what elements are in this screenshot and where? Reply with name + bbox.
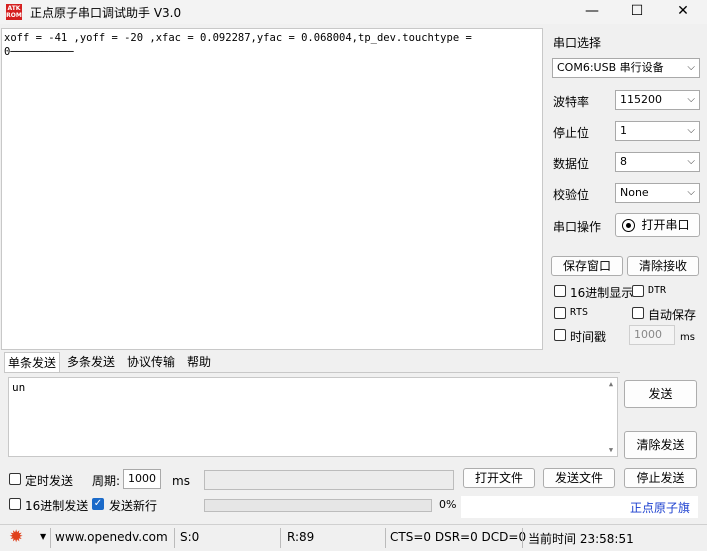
timed-send-label: 定时发送: [25, 474, 74, 488]
window-title: 正点原子串口调试助手 V3.0: [30, 6, 182, 20]
send-file-button[interactable]: 发送文件: [543, 468, 615, 488]
status-separator: [174, 528, 175, 548]
status-separator: [385, 528, 386, 548]
progress-percent: 0%: [439, 498, 457, 511]
clear-send-button[interactable]: 清除发送: [624, 431, 697, 459]
scroll-up-icon[interactable]: ▲: [605, 380, 617, 388]
port-operation-label: 串口操作: [553, 220, 602, 234]
dtr-checkbox[interactable]: [632, 285, 644, 297]
website-link[interactable]: www.openedv.com: [55, 530, 168, 544]
tab-multi-send[interactable]: 多条发送: [64, 352, 118, 372]
port-select-value: COM6:USB 串行设备: [557, 61, 664, 74]
tab-single-send[interactable]: 单条发送: [4, 352, 61, 372]
hex-send-checkbox[interactable]: [9, 498, 21, 510]
hex-display-label: 16进制显示: [570, 286, 634, 300]
line-status: CTS=0 DSR=0 DCD=0: [390, 530, 527, 544]
sent-count: S:0: [180, 530, 200, 544]
baud-label: 波特率: [553, 95, 590, 109]
maximize-button[interactable]: ☐: [614, 0, 660, 24]
send-progress-bar: [204, 499, 432, 512]
stop-send-button[interactable]: 停止发送: [624, 468, 697, 488]
timestamp-input[interactable]: 1000: [629, 325, 675, 345]
period-unit: ms: [172, 474, 190, 488]
current-time: 当前时间 23:58:51: [528, 532, 634, 546]
port-section-label: 串口选择: [553, 36, 602, 50]
status-separator: [50, 528, 51, 548]
port-select[interactable]: COM6:USB 串行设备 ⌵: [552, 58, 700, 78]
receive-line: 0──────────: [4, 46, 74, 58]
timed-send-checkbox[interactable]: [9, 473, 21, 485]
tab-help[interactable]: 帮助: [184, 352, 214, 372]
send-scrollbar[interactable]: ▲ ▼: [605, 378, 617, 456]
tab-protocol[interactable]: 协议传输: [124, 352, 178, 372]
caret-down-icon[interactable]: ▼: [40, 532, 46, 541]
stop-bits-label: 停止位: [553, 126, 590, 140]
chevron-down-icon: ⌵: [687, 62, 695, 73]
app-logo: ATK ROM: [6, 4, 22, 20]
open-port-button[interactable]: 打开串口: [615, 213, 700, 237]
send-text-value: un: [12, 381, 26, 394]
status-separator: [280, 528, 281, 548]
scroll-down-icon[interactable]: ▼: [605, 446, 617, 454]
brand-link[interactable]: 正点原子旗: [630, 499, 690, 516]
brand-link-box[interactable]: 正点原子旗: [461, 496, 698, 518]
file-path-field[interactable]: [204, 470, 454, 490]
baud-select[interactable]: 115200 ⌵: [615, 90, 700, 110]
send-newline-label: 发送新行: [109, 499, 158, 513]
chevron-down-icon: ⌵: [687, 125, 695, 136]
rts-checkbox[interactable]: [554, 307, 566, 319]
status-separator: [522, 528, 523, 548]
open-file-button[interactable]: 打开文件: [463, 468, 535, 488]
parity-value: None: [620, 186, 649, 199]
chevron-down-icon: ⌵: [687, 187, 695, 198]
dtr-label: DTR: [648, 285, 667, 296]
auto-save-checkbox[interactable]: [632, 307, 644, 319]
send-button[interactable]: 发送: [624, 380, 697, 408]
hex-display-checkbox[interactable]: [554, 285, 566, 297]
send-text-area[interactable]: un ▲ ▼: [8, 377, 618, 457]
parity-label: 校验位: [553, 188, 590, 202]
chevron-down-icon: ⌵: [687, 94, 695, 105]
receive-line: xoff = -41 ,yoff = -20 ,xfac = 0.092287,…: [4, 32, 472, 44]
timestamp-unit: ms: [680, 332, 695, 343]
save-window-button[interactable]: 保存窗口: [551, 256, 623, 276]
clear-receive-button[interactable]: 清除接收: [627, 256, 699, 276]
record-icon: [622, 219, 635, 232]
chevron-down-icon: ⌵: [687, 156, 695, 167]
period-label: 周期:: [92, 474, 121, 488]
auto-save-label: 自动保存: [648, 308, 697, 322]
data-bits-select[interactable]: 8 ⌵: [615, 152, 700, 172]
tab-divider: [4, 372, 620, 373]
parity-select[interactable]: None ⌵: [615, 183, 700, 203]
timestamp-label: 时间戳: [570, 330, 607, 344]
hex-send-label: 16进制发送: [25, 499, 89, 513]
baud-select-value: 115200: [620, 93, 662, 106]
gear-icon[interactable]: ✹: [9, 528, 23, 546]
stop-bits-select[interactable]: 1 ⌵: [615, 121, 700, 141]
data-bits-label: 数据位: [553, 157, 590, 171]
stop-bits-value: 1: [620, 124, 627, 137]
send-newline-checkbox[interactable]: ✓: [92, 498, 104, 510]
received-count: R:89: [287, 530, 315, 544]
minimize-button[interactable]: —: [569, 0, 615, 24]
period-input[interactable]: 1000: [123, 469, 161, 489]
open-port-label: 打开串口: [641, 218, 690, 232]
timestamp-checkbox[interactable]: [554, 329, 566, 341]
close-button[interactable]: ✕: [660, 0, 706, 24]
data-bits-value: 8: [620, 155, 627, 168]
rts-label: RTS: [570, 307, 589, 318]
receive-text-area[interactable]: xoff = -41 ,yoff = -20 ,xfac = 0.092287,…: [1, 28, 543, 350]
